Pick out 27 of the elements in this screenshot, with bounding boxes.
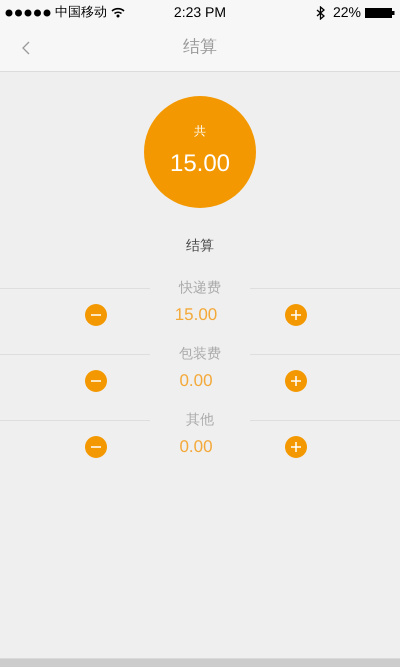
- fee-value: 0.00: [178, 436, 214, 458]
- nav-title: 结算: [183, 36, 217, 60]
- fee-label: 快递费: [178, 278, 222, 298]
- fee-label: 包装费: [178, 344, 222, 364]
- increase-button[interactable]: [285, 304, 307, 326]
- fee-value: 15.00: [174, 304, 218, 326]
- fee-label: 其他: [185, 410, 215, 430]
- section-title: 结算: [186, 237, 214, 256]
- total-label: 共: [194, 123, 206, 140]
- fee-value: 0.00: [178, 370, 214, 392]
- plus-icon: [290, 309, 302, 321]
- increase-button[interactable]: [285, 436, 307, 458]
- decrease-button[interactable]: [85, 370, 107, 392]
- back-icon: [22, 41, 30, 55]
- carrier-name: 中国移动: [55, 4, 107, 22]
- decrease-button[interactable]: [85, 304, 107, 326]
- bluetooth-icon: [316, 6, 325, 20]
- status-time: 2:23 PM: [172, 3, 228, 22]
- signal-icon: [5, 8, 51, 16]
- plus-icon: [290, 441, 302, 453]
- increase-button[interactable]: [285, 370, 307, 392]
- battery-icon: [365, 6, 395, 18]
- decrease-button[interactable]: [85, 436, 107, 458]
- plus-icon: [290, 375, 302, 387]
- wifi-icon: [111, 7, 125, 18]
- total-amount: 15.00: [170, 149, 230, 179]
- battery-percent: 22%: [332, 3, 361, 22]
